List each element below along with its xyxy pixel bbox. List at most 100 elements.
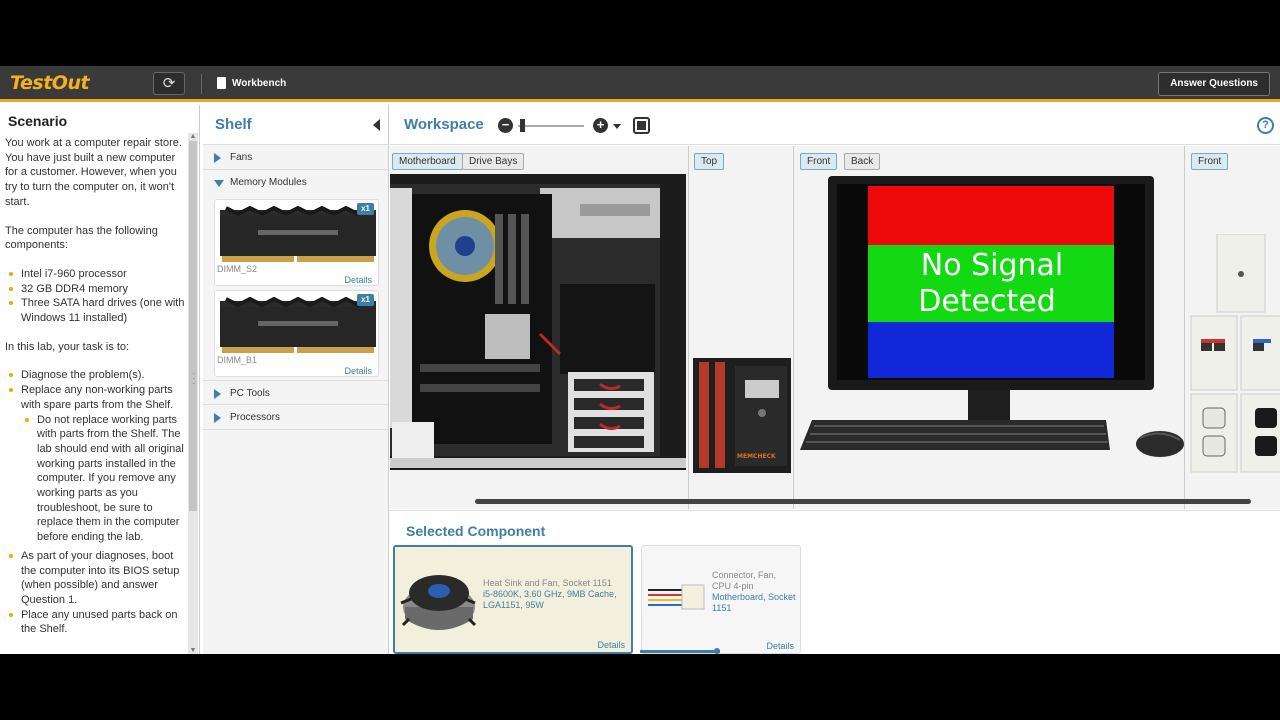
list-item: Three SATA hard drives (one with Windows… bbox=[5, 296, 187, 325]
tab-back[interactable]: Back bbox=[844, 153, 881, 170]
fit-to-screen-icon[interactable] bbox=[633, 117, 650, 134]
refresh-icon: ⟳ bbox=[162, 75, 176, 92]
scenario-title: Scenario bbox=[8, 113, 68, 129]
list-item: As part of your diagnoses, boot the comp… bbox=[5, 549, 187, 608]
scenario-components-intro: The computer has the following component… bbox=[5, 224, 158, 252]
shelf-category-memory-modules[interactable]: Memory Modules bbox=[203, 170, 388, 195]
category-label: PC Tools bbox=[230, 388, 270, 399]
expand-arrow-icon bbox=[214, 153, 221, 163]
selected-component-area: Heat Sink and Fan, Socket 1151 i5-8600K,… bbox=[390, 545, 1280, 654]
details-link[interactable]: Details bbox=[766, 641, 794, 651]
category-label: Processors bbox=[230, 412, 281, 423]
wall-outlets-image[interactable] bbox=[1185, 234, 1280, 474]
component-name: Heat Sink and Fan, Socket 1151 bbox=[483, 578, 612, 588]
list-item: Place any unused parts back on the Shelf… bbox=[5, 608, 187, 637]
shelf-title: Shelf bbox=[215, 116, 252, 133]
no-signal-text: No Signal bbox=[921, 248, 1064, 283]
list-item: 32 GB DDR4 memory bbox=[5, 282, 187, 297]
workspace-header: Workspace − + ? bbox=[390, 105, 1280, 145]
details-link[interactable]: Details bbox=[344, 366, 372, 376]
ram-module-image bbox=[220, 297, 376, 353]
shelf-item-ram[interactable]: x1 DIMM_B1 Details bbox=[214, 290, 379, 377]
workspace-views: Motherboard Drive Bays Top MEMCHECK Fron… bbox=[390, 146, 1280, 509]
workbench-label[interactable]: Workbench bbox=[232, 78, 286, 89]
monitor-red-band bbox=[868, 186, 1114, 245]
testout-app: TestOut ⟳ Workbench Answer Questions Sce… bbox=[0, 66, 1280, 654]
list-item: Intel i7-960 processor bbox=[5, 267, 187, 282]
help-icon[interactable]: ? bbox=[1257, 117, 1274, 134]
item-slot-label: DIMM_B1 bbox=[217, 355, 258, 365]
shelf-panel: Shelf Fans Memory Modules x1 DIMM_S2 Det… bbox=[203, 105, 389, 654]
front-view: Front Back No Signal Detected bbox=[794, 146, 1185, 509]
collapse-arrow-icon bbox=[214, 180, 224, 187]
shelf-category-fans[interactable]: Fans bbox=[203, 145, 388, 170]
tab-front-wall[interactable]: Front bbox=[1191, 153, 1229, 170]
panel-splitter[interactable]: · · · bbox=[192, 369, 195, 389]
expand-arrow-icon bbox=[214, 389, 221, 399]
selected-component-header: Selected Component bbox=[390, 510, 1280, 548]
shelf-item-ram[interactable]: x1 DIMM_S2 Details bbox=[214, 199, 379, 286]
answer-questions-button[interactable]: Answer Questions bbox=[1158, 72, 1270, 96]
scenario-scrollbar[interactable]: ▲ ▼ bbox=[188, 133, 198, 654]
tab-top[interactable]: Top bbox=[694, 153, 725, 170]
component-description: Connector, Fan, CPU 4-pin Motherboard, S… bbox=[712, 570, 796, 614]
workspace-horizontal-scrollbar[interactable] bbox=[475, 499, 1251, 504]
scroll-thumb[interactable] bbox=[189, 141, 197, 511]
toolbar-divider bbox=[201, 74, 202, 94]
top-view: Top MEMCHECK bbox=[689, 146, 794, 509]
refresh-button[interactable]: ⟳ bbox=[153, 72, 185, 95]
shelf-category-processors[interactable]: Processors bbox=[203, 405, 388, 430]
list-item: Do not replace working parts with parts … bbox=[21, 413, 187, 545]
workbench-icon bbox=[217, 77, 226, 89]
tester-brand-label: MEMCHECK bbox=[737, 453, 776, 460]
heatsink-fan-image bbox=[400, 575, 477, 630]
tab-front[interactable]: Front bbox=[800, 153, 838, 170]
component-card-fan-connector[interactable]: Connector, Fan, CPU 4-pin Motherboard, S… bbox=[641, 545, 801, 654]
computer-case-image[interactable] bbox=[390, 174, 688, 474]
testout-logo: TestOut bbox=[10, 72, 90, 94]
component-specs: Motherboard, Socket 1151 bbox=[712, 592, 796, 613]
item-count-badge: x1 bbox=[357, 203, 374, 215]
collapse-arrow-icon[interactable] bbox=[373, 119, 380, 131]
workspace-panel: Workspace − + ? Motherboard Drive Bays T… bbox=[390, 105, 1280, 654]
component-name: Connector, Fan, CPU 4-pin bbox=[712, 570, 777, 591]
zoom-in-icon[interactable]: + bbox=[593, 118, 608, 133]
scenario-panel: Scenario You work at a computer repair s… bbox=[0, 105, 200, 654]
item-slot-label: DIMM_S2 bbox=[217, 264, 258, 274]
category-label: Fans bbox=[230, 152, 253, 163]
category-label: Memory Modules bbox=[230, 177, 307, 188]
zoom-dropdown-icon[interactable] bbox=[613, 124, 621, 129]
selected-component-title: Selected Component bbox=[406, 523, 546, 539]
scroll-down-icon[interactable]: ▼ bbox=[188, 647, 198, 654]
zoom-slider-track[interactable] bbox=[518, 125, 584, 127]
tab-drive-bays[interactable]: Drive Bays bbox=[462, 153, 525, 170]
item-count-badge: x1 bbox=[357, 294, 374, 306]
memory-tester-image[interactable]: MEMCHECK bbox=[693, 358, 791, 473]
zoom-slider-thumb[interactable] bbox=[520, 119, 525, 132]
scroll-up-icon[interactable]: ▲ bbox=[188, 133, 198, 140]
component-card-heatsink[interactable]: Heat Sink and Fan, Socket 1151 i5-8600K,… bbox=[393, 545, 633, 654]
scenario-intro: You work at a computer repair store. You… bbox=[5, 137, 182, 208]
detected-text: Detected bbox=[918, 284, 1056, 319]
monitor-blue-band bbox=[868, 322, 1114, 378]
scenario-task-intro: In this lab, your task is to: bbox=[5, 340, 130, 353]
ram-module-image bbox=[220, 206, 376, 262]
zoom-out-icon[interactable]: − bbox=[498, 118, 513, 133]
details-link[interactable]: Details bbox=[344, 275, 372, 285]
wall-front-view: Front bbox=[1185, 146, 1280, 509]
shelf-category-pc-tools[interactable]: PC Tools bbox=[203, 380, 388, 405]
list-item: Replace any non-working parts with spare… bbox=[5, 383, 187, 412]
details-link[interactable]: Details bbox=[597, 640, 625, 650]
component-specs: i5-8600K, 3.60 GHz, 9MB Cache, LGA1151, … bbox=[483, 589, 617, 610]
shelf-header: Shelf bbox=[203, 105, 388, 145]
top-bar: TestOut ⟳ Workbench Answer Questions bbox=[0, 66, 1280, 102]
computer-case-view: Motherboard Drive Bays bbox=[390, 146, 689, 509]
tab-motherboard[interactable]: Motherboard bbox=[392, 153, 463, 170]
component-scroll-slider[interactable] bbox=[640, 648, 720, 654]
fan-connector-image bbox=[648, 584, 705, 610]
list-item: Diagnose the problem(s). bbox=[5, 368, 187, 383]
expand-arrow-icon bbox=[214, 413, 221, 423]
component-description: Heat Sink and Fan, Socket 1151 i5-8600K,… bbox=[483, 578, 629, 611]
workspace-title: Workspace bbox=[404, 116, 484, 133]
monitor-image[interactable]: No Signal Detected bbox=[794, 174, 1185, 474]
